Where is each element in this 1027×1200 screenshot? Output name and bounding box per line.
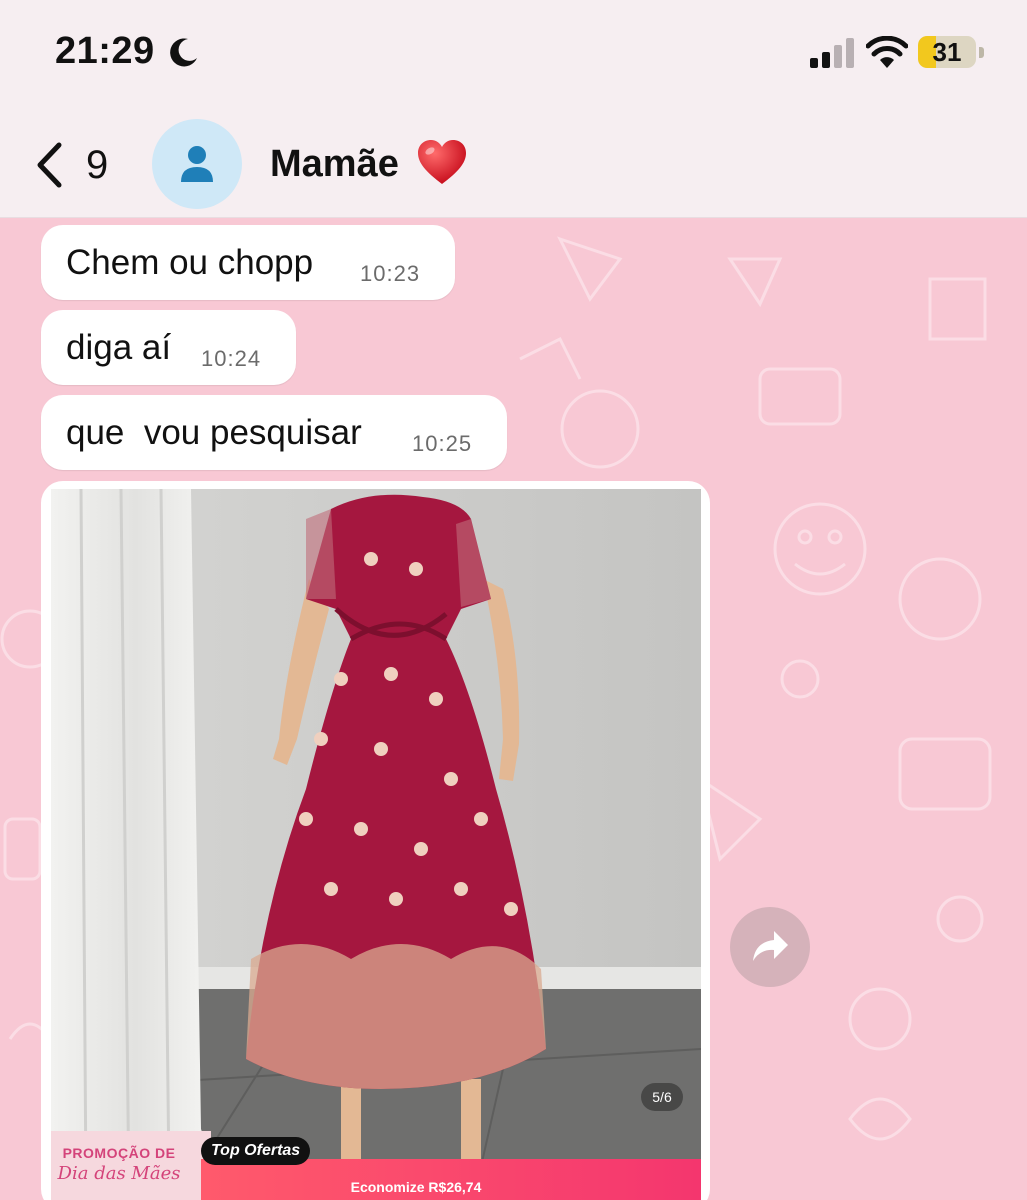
unread-count: 9 [86,143,109,187]
dress-photo [51,489,701,1200]
page-indicator: 5/6 [641,1083,683,1111]
chat-header: 9 Mamãe [0,105,1027,218]
contact-name[interactable]: Mamãe [270,143,399,186]
savings-text: Economize R$26,74 [350,1179,482,1195]
cellular-signal-icon [810,38,854,68]
message-bubble[interactable]: diga aí 10:24 [41,310,296,385]
chevron-left-icon [37,142,62,188]
message-time: 10:23 [360,261,421,286]
chat-area[interactable]: Chem ou chopp 10:23 diga aí 10:24 que vo… [0,219,1027,1200]
message-time: 10:25 [412,431,473,456]
battery-body: 31 [918,36,976,68]
status-bar: 21:29 31 [0,0,1027,105]
message-bubble[interactable]: que vou pesquisar 10:25 [41,395,507,470]
message-text: Chem ou chopp [66,243,314,282]
battery-level: 31 [932,37,962,67]
message-text: que vou pesquisar [66,413,362,452]
forward-button[interactable] [730,907,810,987]
savings-bar: Economize R$26,74 [201,1159,701,1200]
forward-icon [753,931,788,961]
battery-tip [979,47,984,58]
promo-title: PROMOÇÃO DE [62,1145,176,1161]
heart-icon [418,140,466,184]
message-text: diga aí [66,328,172,367]
battery-icon: 31 [918,36,984,68]
person-icon [181,146,213,182]
top-offers-badge: Top Ofertas [201,1137,311,1165]
product-photo[interactable]: 5/6 PROMOÇÃO DE Dia das Mães Economize R… [51,489,701,1200]
promo-badge: PROMOÇÃO DE Dia das Mães [51,1131,211,1200]
moon-icon [170,38,197,67]
back-button[interactable]: 9 [28,135,128,195]
image-message[interactable]: 5/6 PROMOÇÃO DE Dia das Mães Economize R… [41,481,710,1200]
status-time: 21:29 [55,30,155,72]
message-bubble[interactable]: Chem ou chopp 10:23 [41,225,455,300]
promo-subtitle: Dia das Mães [57,1163,181,1184]
wifi-icon [866,36,908,68]
avatar[interactable] [152,119,242,209]
message-time: 10:24 [201,346,262,371]
